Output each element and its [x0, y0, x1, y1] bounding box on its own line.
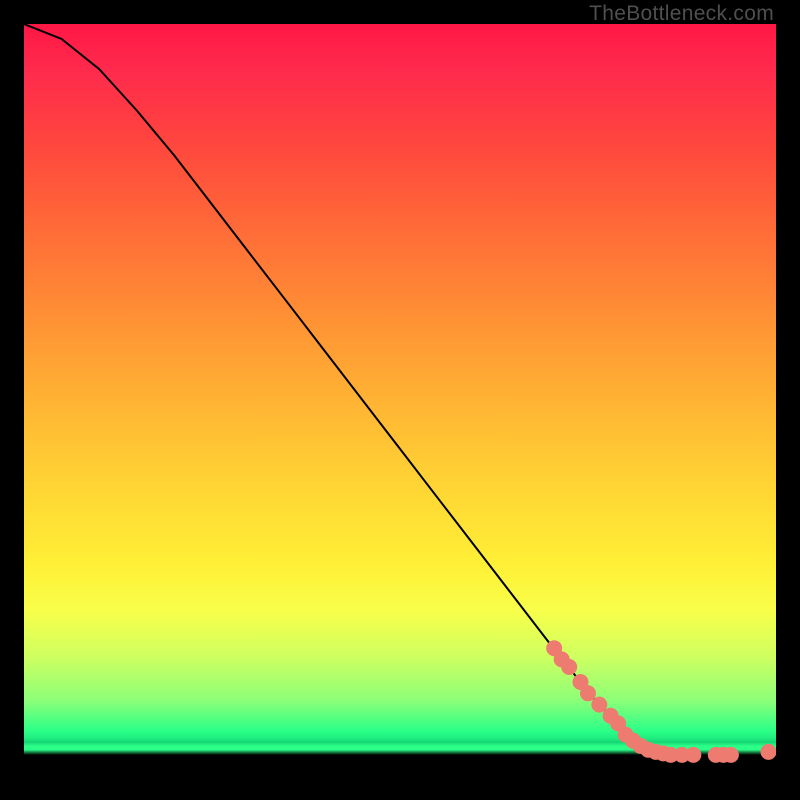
data-marker	[618, 727, 633, 742]
data-marker	[716, 747, 731, 762]
data-marker	[592, 697, 607, 712]
data-marker	[547, 641, 562, 656]
data-marker	[648, 744, 663, 759]
data-marker	[603, 708, 618, 723]
bottleneck-curve	[24, 24, 776, 769]
data-marker	[723, 747, 738, 762]
data-marker	[675, 747, 690, 762]
data-marker	[633, 738, 648, 753]
curve-svg	[24, 24, 776, 776]
data-marker	[554, 652, 569, 667]
data-marker	[573, 675, 588, 690]
data-marker	[562, 660, 577, 675]
data-marker	[641, 742, 656, 757]
data-marker	[761, 744, 776, 759]
data-marker	[663, 747, 678, 762]
data-marker	[581, 686, 596, 701]
plot-area	[24, 24, 776, 776]
data-marker	[686, 747, 701, 762]
data-marker	[708, 747, 723, 762]
data-marker	[626, 733, 641, 748]
data-marker	[611, 716, 626, 731]
watermark-text: TheBottleneck.com	[589, 2, 774, 26]
data-marker	[656, 746, 671, 761]
chart-frame: TheBottleneck.com	[0, 0, 800, 800]
curve-markers	[547, 641, 776, 763]
